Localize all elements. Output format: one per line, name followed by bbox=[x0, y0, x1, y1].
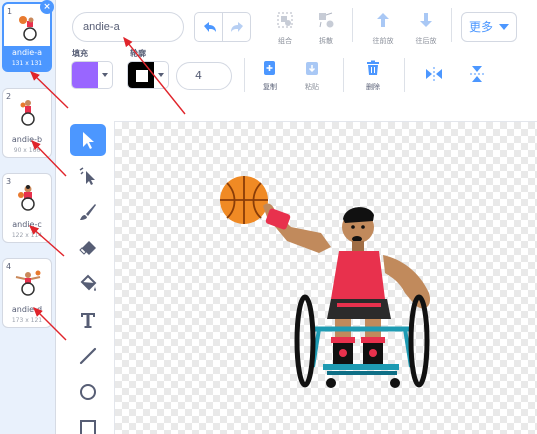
costume-number: 4 bbox=[6, 262, 12, 271]
reshape-tool[interactable] bbox=[70, 160, 106, 192]
chevron-down-icon bbox=[158, 73, 164, 77]
costume-name-input[interactable]: andie-a bbox=[72, 12, 184, 42]
costume-list: 1 andie-a 131 x 131 × 2 andie-b 90 x 166 bbox=[0, 0, 56, 434]
costume-item-2[interactable]: 2 andie-b 90 x 166 bbox=[2, 88, 52, 158]
delete-label: 删除 bbox=[366, 83, 380, 91]
costume-name: andie-b bbox=[11, 135, 43, 144]
text-icon bbox=[81, 313, 95, 328]
fill-color-picker[interactable] bbox=[71, 61, 113, 89]
copy-label: 复制 bbox=[263, 83, 277, 91]
costume-number: 2 bbox=[6, 92, 12, 101]
select-tool[interactable] bbox=[70, 124, 106, 156]
redo-button[interactable] bbox=[222, 12, 251, 42]
fill-tool[interactable] bbox=[70, 268, 106, 300]
character-illustration bbox=[220, 176, 431, 388]
paste-icon bbox=[306, 62, 318, 75]
text-tool[interactable] bbox=[70, 304, 106, 336]
brush-tool[interactable] bbox=[70, 196, 106, 228]
ungroup-label: 拆散 bbox=[319, 37, 333, 45]
more-label: 更多 bbox=[469, 20, 494, 34]
eraser-tool[interactable] bbox=[70, 232, 106, 264]
divider bbox=[244, 58, 245, 92]
circle-tool[interactable] bbox=[70, 376, 106, 408]
flip-horizontal-icon bbox=[426, 67, 442, 81]
circle-icon bbox=[80, 384, 96, 400]
backward-button[interactable]: 往后放 bbox=[411, 10, 441, 46]
costume-thumbnail bbox=[19, 16, 37, 41]
costume-item-3[interactable]: 3 andie-c 122 x 114 bbox=[2, 173, 52, 243]
flip-vertical-icon bbox=[470, 66, 484, 82]
costume-size: 90 x 166 bbox=[13, 147, 41, 154]
group-icon bbox=[277, 12, 293, 28]
forward-label: 往前放 bbox=[372, 37, 394, 45]
divider bbox=[404, 58, 405, 92]
fill-swatch bbox=[72, 62, 98, 88]
paste-label: 粘贴 bbox=[305, 83, 319, 91]
undo-icon bbox=[204, 22, 216, 32]
ungroup-button[interactable]: 拆散 bbox=[313, 10, 339, 46]
redo-icon bbox=[231, 22, 243, 32]
delete-button[interactable]: 删除 bbox=[361, 60, 385, 92]
chevron-down-icon bbox=[102, 73, 108, 77]
outline-label: 轮廓 bbox=[130, 49, 146, 58]
copy-icon bbox=[264, 61, 275, 75]
flip-vertical-button[interactable] bbox=[465, 64, 489, 88]
costume-thumbnail bbox=[20, 100, 35, 126]
ungroup-icon bbox=[319, 12, 334, 28]
costume-name: andie-d bbox=[11, 305, 43, 314]
reshape-icon bbox=[79, 167, 95, 185]
divider bbox=[343, 58, 344, 92]
costume-thumbnail bbox=[18, 185, 35, 211]
divider bbox=[352, 8, 353, 42]
undo-button[interactable] bbox=[194, 12, 223, 42]
brush-icon bbox=[80, 204, 96, 220]
forward-button[interactable]: 往前放 bbox=[368, 10, 398, 46]
costume-item-4[interactable]: 4 andie-d 173 x 121 bbox=[2, 258, 52, 328]
group-label: 组合 bbox=[278, 37, 292, 45]
stroke-width-input[interactable]: 4 bbox=[176, 62, 232, 90]
rectangle-tool[interactable] bbox=[70, 412, 106, 434]
costume-name: andie-c bbox=[12, 220, 42, 229]
costume-number: 1 bbox=[7, 7, 13, 16]
costume-number: 3 bbox=[6, 177, 12, 186]
copy-button[interactable]: 复制 bbox=[257, 60, 283, 92]
outline-swatch-inner bbox=[136, 70, 148, 82]
line-tool[interactable] bbox=[70, 340, 106, 372]
paste-button[interactable]: 粘贴 bbox=[299, 60, 325, 92]
outline-swatch bbox=[128, 62, 154, 88]
paint-editor: 1 andie-a 131 x 131 × 2 andie-b 90 x 166 bbox=[0, 0, 537, 434]
drawing-canvas[interactable] bbox=[114, 121, 537, 434]
trash-icon bbox=[367, 60, 379, 75]
rectangle-icon bbox=[80, 420, 96, 434]
delete-costume-button[interactable]: × bbox=[40, 0, 54, 14]
group-button[interactable]: 组合 bbox=[272, 10, 298, 46]
costume-size: 173 x 121 bbox=[11, 317, 43, 324]
chevron-down-icon bbox=[499, 24, 509, 30]
costume-name: andie-a bbox=[12, 48, 42, 57]
costume-thumbnail bbox=[15, 270, 41, 296]
fill-icon bbox=[80, 274, 97, 291]
costume-item-1[interactable]: 1 andie-a 131 x 131 × bbox=[2, 0, 54, 72]
line-icon bbox=[79, 347, 97, 365]
undo-redo-group bbox=[194, 12, 252, 42]
outline-color-picker[interactable] bbox=[127, 61, 169, 89]
costume-size: 122 x 114 bbox=[11, 232, 43, 239]
more-button[interactable]: 更多 bbox=[461, 12, 517, 42]
select-icon bbox=[83, 132, 94, 149]
eraser-icon bbox=[79, 241, 96, 255]
arrow-down-icon bbox=[420, 13, 432, 27]
backward-label: 往后放 bbox=[415, 37, 437, 45]
flip-horizontal-button[interactable] bbox=[422, 64, 446, 88]
arrow-up-icon bbox=[377, 13, 389, 27]
fill-label: 填充 bbox=[72, 49, 88, 58]
divider bbox=[451, 8, 452, 42]
costume-size: 131 x 131 bbox=[11, 60, 43, 67]
